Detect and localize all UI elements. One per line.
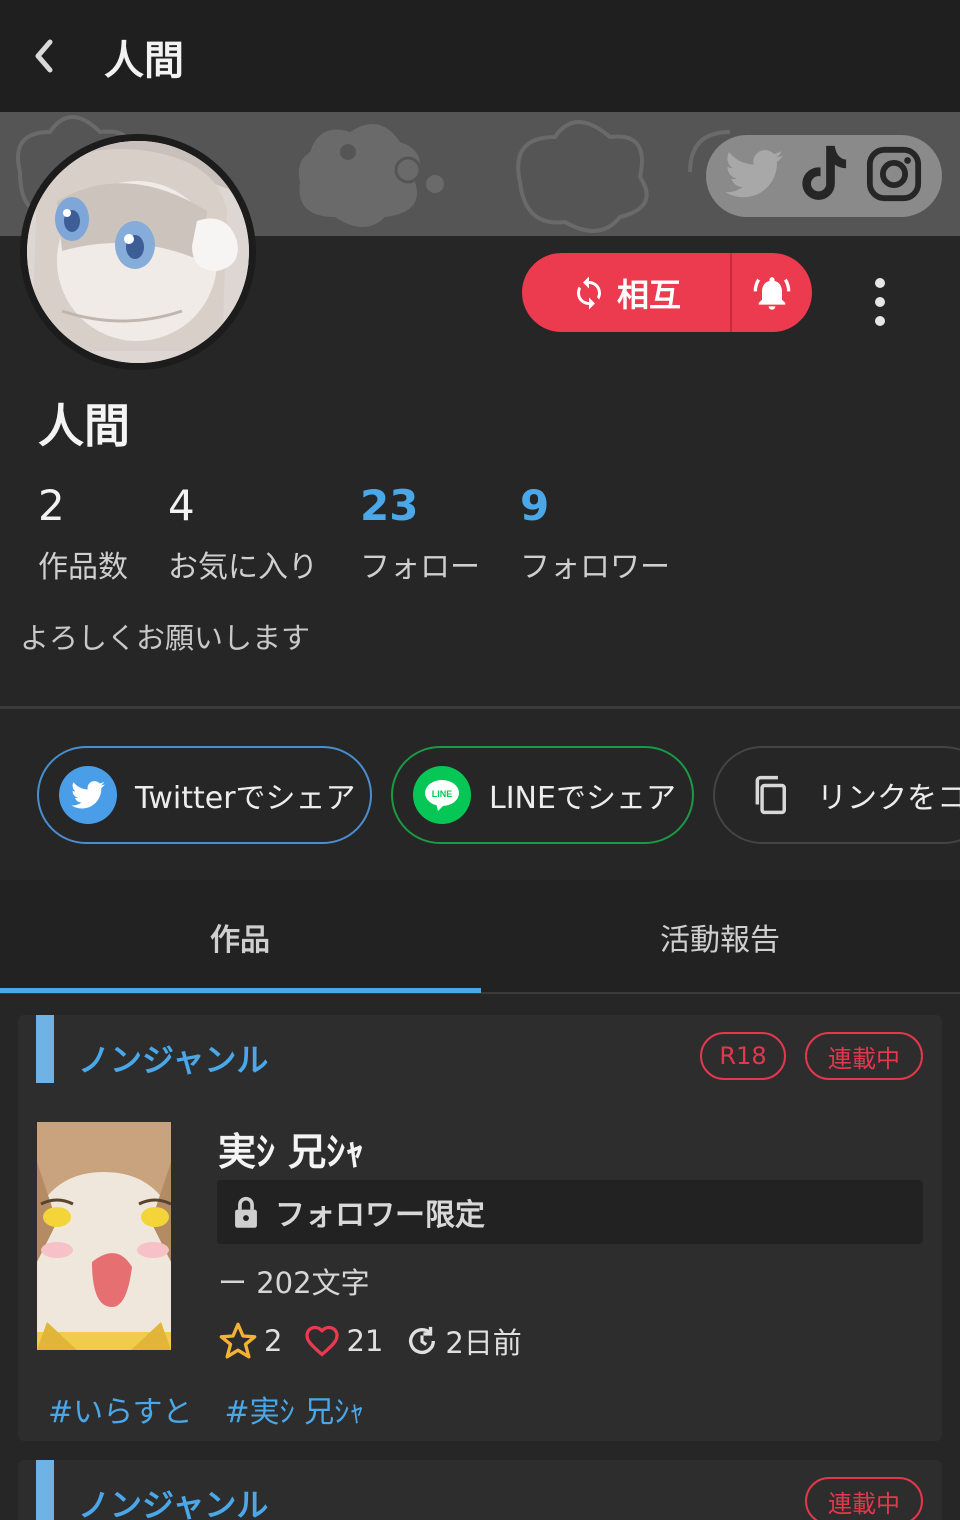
stat-favorites[interactable]: 4 お気に入り [168, 480, 318, 586]
tab-works[interactable]: 作品 [0, 880, 480, 994]
stat-label: フォロワー [520, 550, 670, 585]
instagram-icon[interactable] [865, 145, 923, 207]
bell-icon [753, 276, 791, 310]
genre-accent-bar [36, 1460, 54, 1520]
tab-label: 作品 [210, 923, 270, 958]
access-label: フォロワー限定 [275, 1198, 485, 1233]
stat-followers[interactable]: 9 フォロワー [520, 480, 670, 586]
stat-label: 作品数 [38, 550, 128, 585]
stat-value: 23 [360, 481, 419, 530]
line-icon: LINE [413, 766, 471, 824]
stat-works[interactable]: 2 作品数 [38, 480, 128, 586]
share-line-button[interactable]: LINE LINEでシェア [391, 746, 694, 844]
notification-button[interactable] [732, 253, 812, 332]
share-line-label: LINEでシェア [489, 781, 676, 816]
back-button[interactable] [22, 34, 66, 78]
twitter-icon [59, 766, 117, 824]
tag[interactable]: #実ｼ 兄ｼｬ [225, 1387, 365, 1431]
update-clock-icon [409, 1326, 436, 1354]
stat-label: フォロー [360, 550, 480, 585]
copy-link-label: リンクをコ [817, 781, 960, 816]
social-links [706, 135, 942, 217]
character-count: ー 202文字 [218, 1266, 370, 1300]
status-badge: 連載中 [805, 1477, 923, 1520]
page-title: 人間 [104, 38, 184, 84]
active-tab-indicator [0, 988, 481, 993]
stat-value: 2 [38, 481, 65, 530]
work-genre[interactable]: ノンジャンル [78, 1480, 268, 1520]
access-restriction: フォロワー限定 [217, 1180, 923, 1244]
copy-link-button[interactable]: リンクをコ [713, 746, 960, 844]
star-icon [219, 1322, 257, 1359]
share-twitter-button[interactable]: Twitterでシェア [37, 746, 372, 844]
copy-icon [741, 766, 799, 824]
mutual-button[interactable]: 相互 [522, 253, 730, 332]
more-menu-button[interactable] [862, 278, 898, 326]
status-badge: 連載中 [805, 1032, 923, 1080]
tiktok-icon[interactable] [798, 145, 850, 207]
lock-icon [235, 1196, 257, 1228]
app-bar: 人間 [0, 0, 960, 112]
stat-value: 9 [520, 481, 550, 530]
r18-badge: R18 [700, 1032, 786, 1080]
line-icon-text: LINE [432, 789, 453, 799]
mutual-follow-button[interactable]: 相互 [522, 253, 812, 332]
stat-label: お気に入り [168, 550, 318, 585]
genre-accent-bar [36, 1015, 54, 1083]
avatar[interactable] [20, 134, 256, 370]
sync-icon [576, 276, 601, 309]
avatar-image [27, 141, 249, 363]
work-card[interactable]: ノンジャンル R18 連載中 実ｼ 兄ｼｬ フォロワー限定 ー 202文字 2 … [18, 1015, 942, 1441]
work-card[interactable]: ノンジャンル 連載中 [18, 1460, 942, 1520]
work-genre[interactable]: ノンジャンル [78, 1035, 268, 1081]
stat-value: 4 [168, 481, 195, 530]
updated-time: 2日前 [445, 1326, 522, 1360]
work-stats: 2 21 2日前 [218, 1320, 544, 1362]
mutual-label: 相互 [616, 275, 681, 314]
star-count: 2 [264, 1324, 283, 1358]
share-twitter-label: Twitterでシェア [135, 781, 356, 816]
twitter-icon[interactable] [725, 149, 784, 203]
heart-icon [305, 1325, 340, 1357]
chevron-left-icon [35, 39, 53, 73]
tag-list: #いらすと #実ｼ 兄ｼｬ [48, 1387, 364, 1431]
profile-bio: よろしくお願いします [20, 621, 311, 655]
profile-name: 人間 [38, 399, 130, 453]
divider [0, 706, 960, 709]
stat-following[interactable]: 23 フォロー [360, 480, 480, 586]
tab-activity-report[interactable]: 活動報告 [480, 880, 960, 994]
tag[interactable]: #いらすと [48, 1387, 193, 1431]
work-thumbnail[interactable] [37, 1122, 171, 1350]
work-title[interactable]: 実ｼ 兄ｼｬ [218, 1121, 364, 1176]
tab-label: 活動報告 [660, 923, 780, 958]
like-count: 21 [346, 1324, 384, 1358]
